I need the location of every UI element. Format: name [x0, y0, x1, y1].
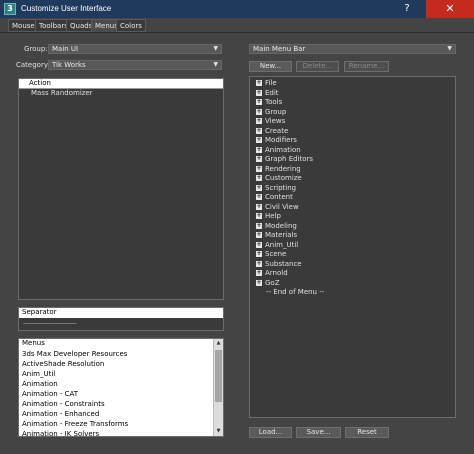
- expand-icon[interactable]: +: [256, 89, 262, 96]
- menus-column-header[interactable]: Menus: [19, 339, 213, 349]
- delete-menu-button[interactable]: Delete...: [296, 61, 339, 72]
- separator-header: Separator: [19, 308, 223, 318]
- chevron-down-icon: ▼: [213, 61, 218, 68]
- list-item[interactable]: 3ds Max Developer Resources: [22, 349, 127, 359]
- expand-icon[interactable]: +: [256, 156, 262, 162]
- tree-item-views[interactable]: + Views: [256, 117, 285, 127]
- tree-item-rendering[interactable]: + Rendering: [256, 165, 301, 175]
- expand-icon[interactable]: +: [256, 137, 262, 143]
- scroll-down-icon[interactable]: ▼: [214, 427, 223, 436]
- tree-item-civil-view[interactable]: + Civil View: [256, 203, 299, 213]
- tree-item-tools[interactable]: + Tools: [256, 98, 282, 108]
- separator-item[interactable]: --------------------------------: [23, 320, 77, 327]
- title-bar: 3 Customize User Interface ? ✕: [0, 0, 474, 18]
- group-dropdown-value: Main UI: [52, 45, 79, 53]
- action-column-header[interactable]: Action: [19, 79, 223, 89]
- action-list[interactable]: Action Mass Randomizer: [18, 78, 224, 300]
- category-label: Category:: [16, 61, 50, 69]
- expand-icon[interactable]: +: [256, 279, 262, 286]
- tab-colors[interactable]: Colors: [116, 19, 146, 32]
- tree-item-arnold[interactable]: + Arnold: [256, 269, 288, 279]
- menu-select-value: Main Menu Bar: [253, 45, 306, 53]
- tree-item-file[interactable]: + File: [256, 79, 277, 89]
- expand-icon[interactable]: +: [256, 127, 262, 134]
- tree-item-goz[interactable]: + GoZ: [256, 279, 280, 289]
- expand-icon[interactable]: +: [256, 251, 262, 257]
- category-dropdown-value: Tik Works: [52, 61, 86, 69]
- tree-item-modifiers[interactable]: + Modifiers: [256, 136, 297, 146]
- menus-list[interactable]: 3ds Max Developer Resources ActiveShade …: [19, 349, 213, 439]
- tree-item-customize[interactable]: + Customize: [256, 174, 302, 184]
- chevron-down-icon: ▼: [447, 45, 452, 52]
- expand-icon[interactable]: +: [256, 213, 262, 219]
- list-item[interactable]: Animation - Enhanced: [22, 409, 99, 419]
- tree-item-edit[interactable]: + Edit: [256, 89, 279, 99]
- list-item[interactable]: Animation - Constraints: [22, 399, 105, 409]
- tab-strip: Mouse Toolbars Quads Menus Colors: [0, 18, 474, 33]
- app-icon: 3: [4, 3, 16, 15]
- group-label: Group:: [24, 45, 48, 53]
- expand-icon[interactable]: +: [256, 99, 262, 105]
- scroll-up-icon[interactable]: ▲: [214, 339, 223, 348]
- group-dropdown[interactable]: Main UI ▼: [48, 44, 222, 54]
- tree-item-scene[interactable]: + Scene: [256, 250, 286, 260]
- expand-icon[interactable]: +: [256, 80, 262, 86]
- tree-item-substance[interactable]: + Substance: [256, 260, 302, 270]
- expand-icon[interactable]: +: [256, 194, 262, 200]
- tree-item-animation[interactable]: + Animation: [256, 146, 301, 156]
- expand-icon[interactable]: +: [256, 184, 262, 191]
- expand-icon[interactable]: +: [256, 232, 262, 238]
- menu-tree[interactable]: + File + Edit + Tools + Group + Views + Create…: [249, 76, 456, 418]
- expand-icon[interactable]: +: [256, 146, 262, 153]
- action-row[interactable]: Mass Randomizer: [31, 89, 93, 99]
- expand-icon[interactable]: +: [256, 222, 262, 229]
- list-item[interactable]: Animation - Freeze Transforms: [22, 419, 128, 429]
- category-dropdown[interactable]: Tik Works ▼: [48, 60, 222, 70]
- expand-icon[interactable]: +: [256, 270, 262, 276]
- tree-item-modeling[interactable]: + Modeling: [256, 222, 297, 232]
- end-of-menu-marker[interactable]: -- End of Menu --: [266, 288, 324, 298]
- menu-select-dropdown[interactable]: Main Menu Bar ▼: [249, 44, 456, 54]
- list-item[interactable]: Animation - IK Solvers: [22, 429, 99, 439]
- expand-icon[interactable]: +: [256, 165, 262, 172]
- load-button[interactable]: Load...: [249, 427, 292, 438]
- tree-item-materials[interactable]: + Materials: [256, 231, 297, 241]
- close-button[interactable]: ✕: [426, 0, 474, 18]
- tree-item-help[interactable]: + Help: [256, 212, 281, 222]
- scrollbar-thumb[interactable]: [215, 350, 222, 402]
- menus-scrollbar[interactable]: ▲ ▼: [213, 339, 223, 436]
- tree-item-scripting[interactable]: + Scripting: [256, 184, 296, 194]
- expand-icon[interactable]: +: [256, 203, 262, 210]
- list-item[interactable]: Animation - CAT: [22, 389, 78, 399]
- expand-icon[interactable]: +: [256, 260, 262, 267]
- tree-item-create[interactable]: + Create: [256, 127, 288, 137]
- window-title: Customize User Interface: [21, 4, 112, 13]
- rename-menu-button[interactable]: Rename...: [344, 61, 389, 72]
- tree-item-anim-util[interactable]: + Anim_Util: [256, 241, 298, 251]
- new-menu-button[interactable]: New...: [249, 61, 292, 72]
- tree-item-graph-editors[interactable]: + Graph Editors: [256, 155, 313, 165]
- save-button[interactable]: Save...: [296, 427, 341, 438]
- expand-icon[interactable]: +: [256, 108, 262, 115]
- list-item[interactable]: ActiveShade Resolution: [22, 359, 104, 369]
- tree-item-group[interactable]: + Group: [256, 108, 286, 118]
- chevron-down-icon: ▼: [213, 45, 218, 52]
- list-item[interactable]: Anim_Util: [22, 369, 55, 379]
- reset-button[interactable]: Reset: [345, 427, 389, 438]
- customize-ui-window: 3 Customize User Interface ? ✕ Mouse Too…: [0, 0, 474, 454]
- expand-icon[interactable]: +: [256, 118, 262, 124]
- expand-icon[interactable]: +: [256, 175, 262, 181]
- tree-item-content[interactable]: + Content: [256, 193, 293, 203]
- menus-list-box: Menus 3ds Max Developer Resources Active…: [18, 338, 224, 439]
- separator-list[interactable]: Separator ------------------------------…: [18, 307, 224, 331]
- help-button[interactable]: ?: [388, 0, 426, 18]
- expand-icon[interactable]: +: [256, 241, 262, 248]
- list-item[interactable]: Animation: [22, 379, 58, 389]
